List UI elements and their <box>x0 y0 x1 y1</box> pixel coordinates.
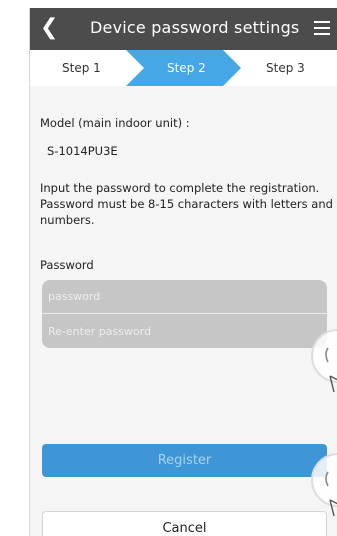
instructions-text: Input the password to complete the regis… <box>40 181 333 227</box>
step-indicator: Step 1 Step 2 Step 3 <box>30 50 337 86</box>
app-header: ❮ Device password settings <box>30 8 337 50</box>
password-input[interactable] <box>42 280 327 314</box>
step-2-label: Step 2 <box>167 61 206 75</box>
tap-gesture-icon-register <box>311 453 337 517</box>
app-screen: ❮ Device password settings Step 1 Step 2… <box>29 8 337 536</box>
model-value: S-1014PU3E <box>47 144 118 158</box>
cancel-button[interactable]: Cancel <box>42 511 327 536</box>
password-confirm-input[interactable] <box>42 314 327 348</box>
password-label: Password <box>40 258 94 272</box>
page-title: Device password settings <box>90 18 300 37</box>
step-3-label: Step 3 <box>266 61 305 75</box>
password-fields <box>42 280 327 348</box>
back-icon[interactable]: ❮ <box>40 14 58 42</box>
step-1-label: Step 1 <box>62 61 101 75</box>
menu-icon[interactable] <box>314 21 330 35</box>
tap-gesture-icon <box>311 329 337 393</box>
register-button[interactable]: Register <box>42 444 327 477</box>
model-label: Model (main indoor unit) : <box>40 116 190 130</box>
